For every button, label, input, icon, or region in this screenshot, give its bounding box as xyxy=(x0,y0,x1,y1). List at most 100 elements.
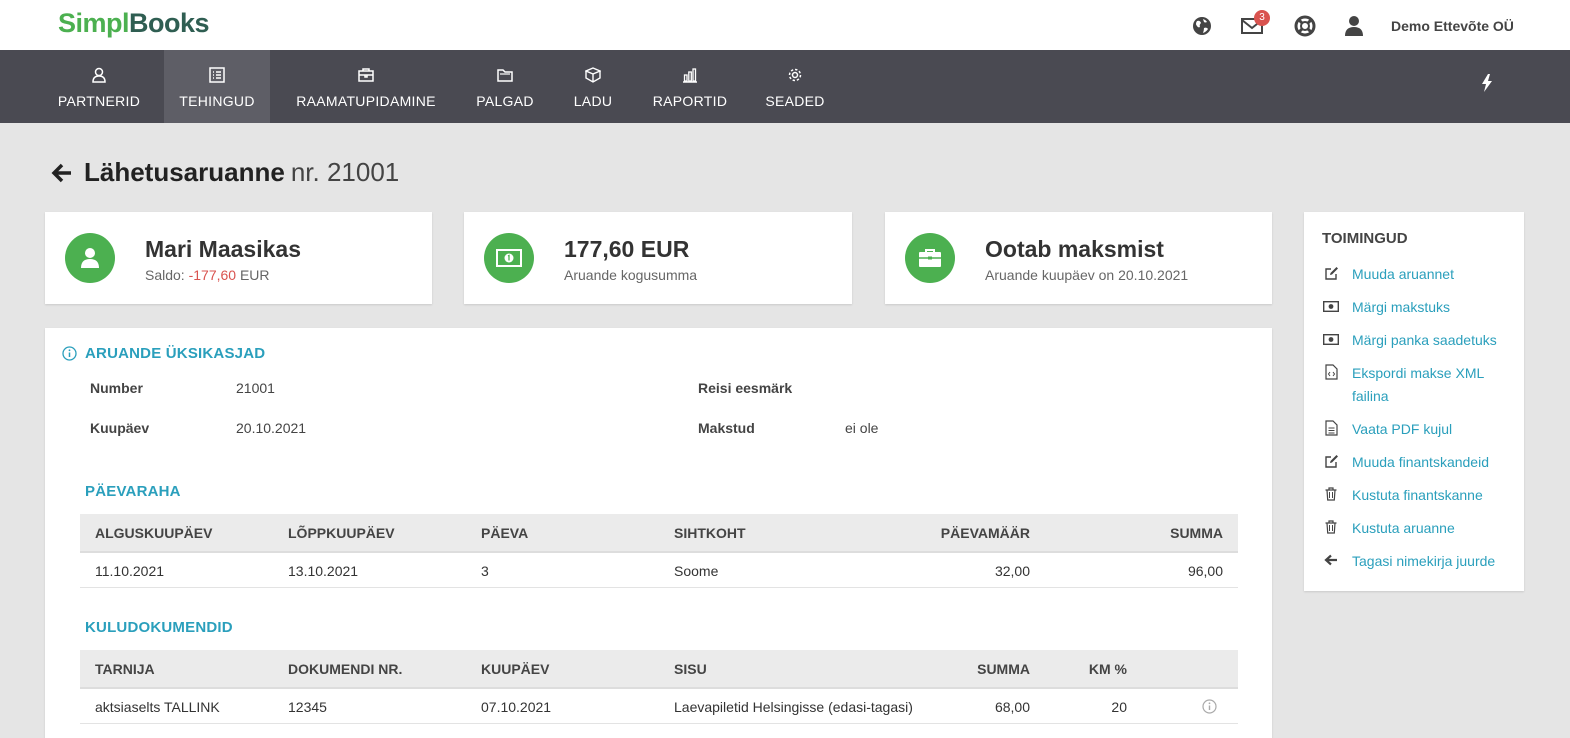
action-delete-report[interactable]: Kustuta aruanne xyxy=(1322,517,1455,540)
table-header: ALGUSKUUPÄEV LÕPPKUUPÄEV PÄEVA SIHTKOHT … xyxy=(80,514,1238,551)
top-header: SimplBooks 3 Demo Ettevõte OÜ xyxy=(0,0,1570,50)
gear-icon xyxy=(787,65,803,85)
action-back-to-list[interactable]: Tagasi nimekirja juurde xyxy=(1322,550,1495,573)
globe-icon[interactable] xyxy=(1191,15,1213,37)
table-cell: 3 xyxy=(481,563,489,579)
nav-item-seaded[interactable]: SEADED xyxy=(756,50,834,123)
total-card: 177,60 EUR Aruande kogusumma xyxy=(464,212,852,304)
action-mark-sent-to-bank[interactable]: Märgi panka saadetuks xyxy=(1322,329,1497,352)
company-name[interactable]: Demo Ettevõte OÜ xyxy=(1391,18,1514,34)
report-details-panel: ARUANDE ÜKSIKASJAD Number 21001 Kuupäev … xyxy=(45,328,1272,738)
arrow-left-icon xyxy=(1322,551,1340,569)
nav-item-tehingud[interactable]: TEHINGUD xyxy=(164,50,270,123)
nav-item-ladu[interactable]: LADU xyxy=(562,50,624,123)
table-cell: 68,00 xyxy=(994,699,1030,715)
column-header: SIHTKOHT xyxy=(674,525,746,541)
table-cell: 11.10.2021 xyxy=(95,563,165,579)
nav-label: SEADED xyxy=(765,93,825,109)
saldo: Saldo: -177,60 EUR xyxy=(145,267,270,283)
folder-icon xyxy=(497,65,513,85)
main-navigation: PARTNERID TEHINGUD RAAMATUPIDAMINE PALGA… xyxy=(0,50,1570,123)
action-label: Märgi panka saadetuks xyxy=(1352,332,1497,348)
saldo-label: Saldo: xyxy=(145,267,185,283)
action-view-pdf[interactable]: Vaata PDF kujul xyxy=(1322,418,1452,441)
bar-chart-icon xyxy=(682,65,698,85)
info-icon[interactable] xyxy=(1202,699,1217,717)
table-cell: 07.10.2021 xyxy=(481,699,552,715)
action-delete-entry[interactable]: Kustuta finantskanne xyxy=(1322,484,1483,507)
nav-label: PARTNERID xyxy=(57,93,141,109)
edit-icon xyxy=(1322,452,1340,470)
details-heading: ARUANDE ÜKSIKASJAD xyxy=(62,345,265,362)
per-diem-heading: PÄEVARAHA xyxy=(85,483,181,500)
column-header: SUMMA xyxy=(977,661,1030,677)
document-icon xyxy=(1322,419,1340,437)
date-label: Kuupäev xyxy=(90,420,150,436)
box-icon xyxy=(585,65,601,85)
action-label: Ekspordi makse XML failina xyxy=(1352,365,1484,404)
list-icon xyxy=(209,65,225,85)
table-header: TARNIJA DOKUMENDI NR. KUUPÄEV SISU SUMMA… xyxy=(80,650,1238,687)
column-header: SUMMA xyxy=(1170,525,1223,541)
page-title: Lähetusaruanne nr. 21001 xyxy=(50,157,399,188)
table-cell: aktsiaselts TALLINK xyxy=(95,699,220,715)
lifebuoy-icon[interactable] xyxy=(1294,15,1316,37)
person-icon xyxy=(65,233,115,283)
expenses-table: TARNIJA DOKUMENDI NR. KUUPÄEV SISU SUMMA… xyxy=(80,650,1238,724)
status-text: Ootab maksmist xyxy=(985,236,1164,262)
expenses-heading: KULUDOKUMENDID xyxy=(85,619,233,636)
trash-icon xyxy=(1322,518,1340,536)
action-export-xml[interactable]: Ekspordi makse XML failina xyxy=(1322,362,1492,408)
nav-item-palgad[interactable]: PALGAD xyxy=(467,50,543,123)
nav-label: RAAMATUPIDAMINE xyxy=(296,93,436,109)
status-caption: Aruande kuupäev on 20.10.2021 xyxy=(985,267,1189,283)
trash-icon xyxy=(1322,485,1340,503)
briefcase-icon xyxy=(905,233,955,283)
info-icon xyxy=(62,346,77,361)
logo[interactable]: SimplBooks xyxy=(58,8,210,39)
number-label: Number xyxy=(90,380,143,396)
column-header: DOKUMENDI NR. xyxy=(288,661,403,677)
column-header: LÕPPKUUPÄEV xyxy=(288,525,395,541)
nav-item-raamatupidamine[interactable]: RAAMATUPIDAMINE xyxy=(283,50,449,123)
nav-item-raportid[interactable]: RAPORTID xyxy=(643,50,737,123)
column-header: KUUPÄEV xyxy=(481,661,550,677)
table-cell: 32,00 xyxy=(994,563,1030,579)
action-edit-report[interactable]: Muuda aruannet xyxy=(1322,263,1454,286)
action-label: Kustuta finantskanne xyxy=(1352,487,1483,503)
lightning-icon[interactable] xyxy=(1480,74,1494,95)
mail-icon[interactable]: 3 xyxy=(1240,10,1270,37)
briefcase-icon xyxy=(358,65,374,85)
table-cell: 20 xyxy=(1111,699,1127,715)
page-title-number: nr. 21001 xyxy=(290,157,400,187)
user-icon[interactable] xyxy=(1343,15,1365,37)
logo-part-simpl: Simpl xyxy=(58,8,130,38)
table-cell: 12345 xyxy=(288,699,327,715)
user-icon xyxy=(91,65,107,85)
column-header: PÄEVA xyxy=(481,525,529,541)
nav-label: TEHINGUD xyxy=(179,93,255,109)
person-card: Mari Maasikas Saldo: -177,60 EUR xyxy=(45,212,432,304)
table-row[interactable]: aktsiaselts TALLINK 12345 07.10.2021 Lae… xyxy=(80,687,1238,724)
action-label: Vaata PDF kujul xyxy=(1352,421,1453,437)
total-caption: Aruande kogusumma xyxy=(564,267,698,283)
action-mark-paid[interactable]: Märgi makstuks xyxy=(1322,296,1450,319)
person-name[interactable]: Mari Maasikas xyxy=(145,236,301,263)
column-header: SISU xyxy=(674,661,707,677)
saldo-value: -177,60 xyxy=(188,267,237,283)
actions-panel: TOIMINGUD Muuda aruannet Märgi makstuks … xyxy=(1304,212,1524,591)
date-value: 20.10.2021 xyxy=(236,420,307,436)
action-edit-entries[interactable]: Muuda finantskandeid xyxy=(1322,451,1489,474)
column-header: PÄEVAMÄÄR xyxy=(940,525,1030,541)
paid-value: ei ole xyxy=(845,420,879,436)
actions-title: TOIMINGUD xyxy=(1322,230,1408,247)
nav-label: RAPORTID xyxy=(652,93,728,109)
edit-icon xyxy=(1322,264,1340,282)
code-file-icon xyxy=(1322,363,1340,381)
arrow-left-icon[interactable] xyxy=(50,161,74,185)
table-cell: 96,00 xyxy=(1187,563,1223,579)
table-cell: 13.10.2021 xyxy=(288,563,359,579)
money-icon xyxy=(1322,297,1340,315)
nav-item-partnerid[interactable]: PARTNERID xyxy=(45,50,153,123)
nav-label: LADU xyxy=(573,93,613,109)
